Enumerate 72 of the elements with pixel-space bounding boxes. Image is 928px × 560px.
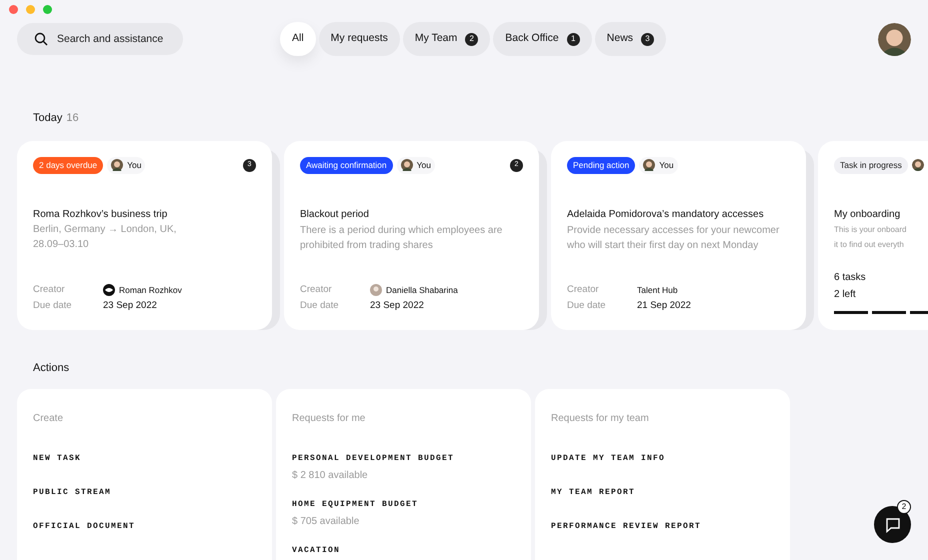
card-description: Berlin, Germany → London, UK, (33, 222, 178, 236)
task-card[interactable]: Pending action You Adelaida Pomidorova’s mandatory accesses Provide necessary accesses for your newcomer who will start their first day on next Monday Creator Talent Hub Due date 21 Sep 2022 (551, 140, 806, 330)
maximize-window-icon[interactable] (43, 5, 52, 14)
chat-icon (884, 516, 900, 532)
field-label: Creator (300, 283, 333, 297)
count-badge: 2 (465, 32, 478, 46)
status-badge: Pending action (567, 156, 636, 174)
status-badge: 2 days overdue (33, 156, 104, 174)
field-label: Creator (33, 283, 66, 297)
card-description: Provide necessary accesses for your newcomer who will start their first day on next Monday (567, 224, 780, 252)
due-date: 23 Sep 2022 (103, 299, 158, 314)
action-link[interactable]: MY TEAM REPORT (551, 486, 636, 498)
field-label: Due date (567, 299, 607, 314)
creator-name: Roman Rozhkov (119, 284, 182, 296)
avatar-icon (878, 22, 911, 56)
card-title: Adelaida Pomidorova’s mandatory accesses (567, 208, 765, 222)
card-description: There is a period during which employees are prohibited from trading shares (300, 224, 504, 252)
search-icon (34, 32, 48, 46)
action-link[interactable]: PUBLIC STREAM (33, 486, 112, 498)
available-amount: $ 705 available (292, 514, 360, 528)
card-title: Roma Rozhkov’s business trip (33, 208, 168, 222)
card-title: Blackout period (300, 208, 370, 222)
filter-tab[interactable]: My requests (318, 22, 400, 56)
card-description: This is your onboard (834, 224, 908, 236)
search-field[interactable]: Search and assistance (17, 23, 183, 55)
notification-badge: 2 (897, 500, 911, 514)
status-badge: Awaiting confirmation (300, 156, 393, 174)
field-label: Due date (33, 299, 73, 314)
assignee-name: You (416, 158, 431, 172)
avatar-icon (643, 159, 656, 171)
available-amount: $ 2 810 available (292, 468, 368, 482)
section-title: Actions (33, 360, 70, 376)
avatar-icon (111, 159, 124, 171)
count-badge: 1 (566, 32, 580, 46)
logo-icon (103, 284, 115, 296)
action-link[interactable]: UPDATE MY TEAM INFO (551, 452, 666, 464)
card-title: My onboarding (834, 208, 902, 222)
filter-tab[interactable]: My Team 2 (402, 22, 490, 56)
section-title: Today (33, 111, 62, 126)
creator-name: Daniella Shabarina (386, 284, 458, 296)
close-window-icon[interactable] (9, 5, 18, 14)
action-link[interactable]: OFFICIAL DOCUMENT (33, 520, 136, 532)
assignee-name: You (659, 158, 674, 172)
minimize-window-icon[interactable] (26, 5, 35, 14)
avatar-icon (912, 159, 924, 171)
tasks-left: 2 left (834, 288, 857, 302)
group-title: Requests for me (292, 412, 366, 426)
avatar-icon (370, 284, 382, 296)
action-link[interactable]: NEW TASK (33, 452, 82, 464)
field-label: Creator (567, 283, 600, 297)
due-date: 21 Sep 2022 (637, 299, 692, 314)
group-title: Create (33, 412, 64, 426)
action-link[interactable]: PERFORMANCE REVIEW REPORT (551, 520, 702, 532)
action-link[interactable]: HOME EQUIPMENT BUDGET (292, 498, 418, 510)
action-link[interactable]: VACATION (292, 544, 340, 556)
filter-tab[interactable]: All (280, 22, 316, 56)
filter-tab[interactable]: News 3 (594, 22, 666, 56)
assignee-name: You (127, 158, 142, 172)
count-badge: 3 (641, 32, 654, 46)
group-title: Requests for my team (551, 412, 649, 426)
task-card[interactable]: Task in progress My onboarding This is your onboard it to find out everyth 6 tasks 2 left (818, 140, 928, 330)
task-count: 6 tasks (834, 270, 867, 284)
due-date: 23 Sep 2022 (370, 299, 425, 314)
field-label: Due date (300, 299, 340, 314)
filter-tab[interactable]: Back Office 1 (493, 22, 592, 56)
action-link[interactable]: PERSONAL DEVELOPMENT BUDGET (292, 452, 454, 464)
card-description: 28.09–03.10 (33, 238, 90, 252)
status-badge: Task in progress (834, 156, 908, 174)
avatar-icon (400, 159, 413, 171)
section-count: 16 (66, 111, 79, 126)
creator-name: Talent Hub (637, 284, 678, 296)
card-description: it to find out everyth (834, 238, 905, 251)
